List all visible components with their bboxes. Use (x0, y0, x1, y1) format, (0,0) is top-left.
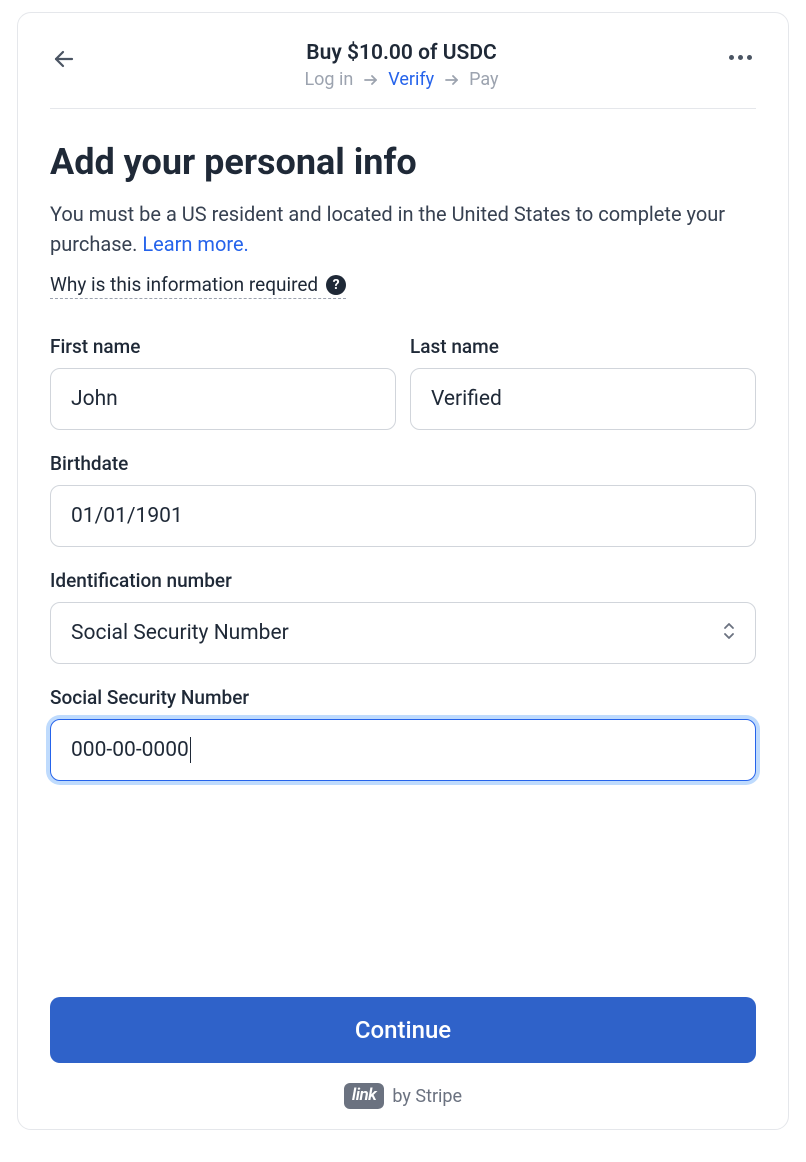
ssn-label: Social Security Number (50, 686, 756, 709)
by-stripe-text: by Stripe (392, 1086, 462, 1107)
page-title: Add your personal info (50, 141, 756, 183)
id-number-group: Identification number Social Security Nu… (50, 569, 756, 664)
first-name-input[interactable] (50, 368, 396, 430)
ssn-group: Social Security Number 000-00-0000 (50, 686, 756, 781)
breadcrumb-login: Log in (304, 69, 353, 90)
first-name-group: First name (50, 335, 396, 430)
why-required-text: Why is this information required (50, 273, 318, 296)
id-number-label: Identification number (50, 569, 756, 592)
id-number-selected: Social Security Number (71, 621, 289, 645)
header-title: Buy $10.00 of USDC (78, 41, 725, 65)
divider (50, 108, 756, 109)
birthdate-row: Birthdate (50, 452, 756, 547)
id-number-row: Identification number Social Security Nu… (50, 569, 756, 664)
breadcrumb-verify: Verify (388, 69, 434, 90)
back-button[interactable] (50, 45, 78, 73)
continue-button[interactable]: Continue (50, 997, 756, 1063)
footer: link by Stripe (50, 1083, 756, 1109)
birthdate-input[interactable] (50, 485, 756, 547)
first-name-label: First name (50, 335, 396, 358)
ssn-row: Social Security Number 000-00-0000 (50, 686, 756, 781)
chevron-right-icon (364, 69, 378, 90)
breadcrumb-pay: Pay (469, 69, 498, 90)
breadcrumb: Log in Verify Pay (78, 69, 725, 90)
name-row: First name Last name (50, 335, 756, 430)
ssn-value: 000-00-0000 (71, 738, 189, 762)
ssn-input[interactable]: 000-00-0000 (50, 719, 756, 781)
help-icon: ? (326, 275, 346, 295)
last-name-group: Last name (410, 335, 756, 430)
arrow-left-icon (52, 47, 76, 71)
more-menu-button[interactable] (725, 51, 756, 64)
checkout-modal: Buy $10.00 of USDC Log in Verify Pay Add… (17, 12, 789, 1130)
text-cursor (190, 737, 191, 763)
chevron-right-icon (445, 69, 459, 90)
last-name-label: Last name (410, 335, 756, 358)
header-center: Buy $10.00 of USDC Log in Verify Pay (78, 41, 725, 90)
page-description: You must be a US resident and located in… (50, 199, 756, 259)
last-name-input[interactable] (410, 368, 756, 430)
learn-more-link[interactable]: Learn more. (142, 232, 248, 256)
link-logo: link (344, 1083, 384, 1109)
id-number-select[interactable]: Social Security Number (50, 602, 756, 664)
birthdate-group: Birthdate (50, 452, 756, 547)
birthdate-label: Birthdate (50, 452, 756, 475)
dots-icon (729, 55, 734, 60)
why-required-link[interactable]: Why is this information required ? (50, 273, 346, 299)
header: Buy $10.00 of USDC Log in Verify Pay (50, 41, 756, 90)
